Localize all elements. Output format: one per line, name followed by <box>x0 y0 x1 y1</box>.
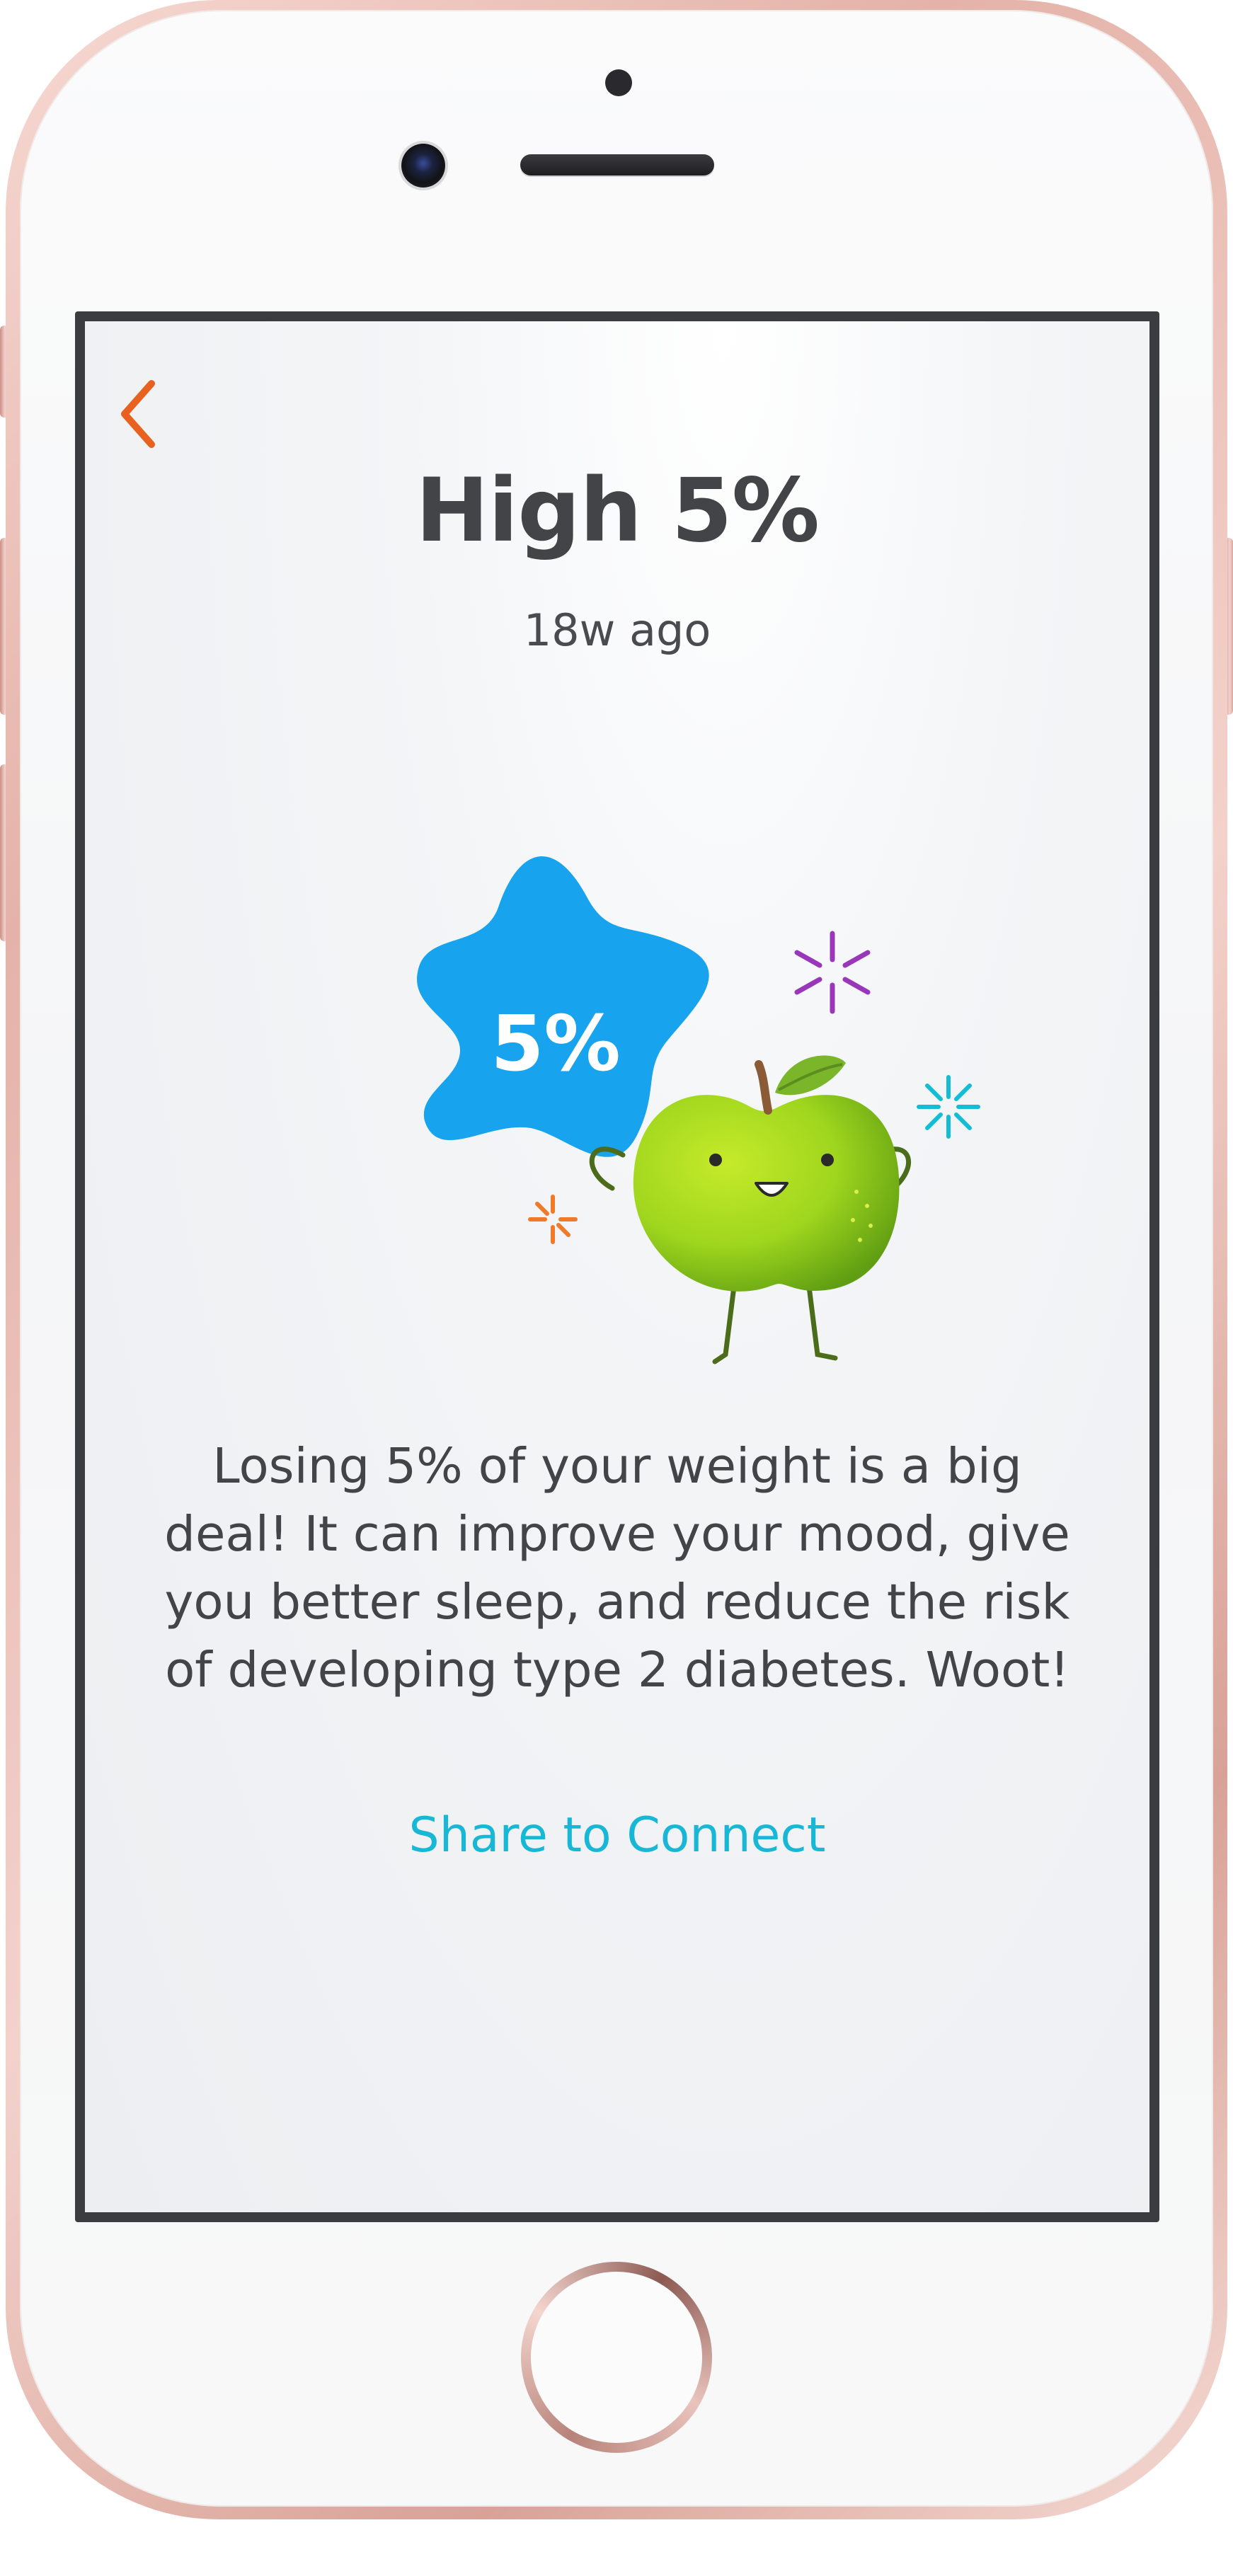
home-button[interactable] <box>521 2262 712 2453</box>
proximity-sensor <box>605 69 632 96</box>
achievement-timestamp: 18w ago <box>523 604 711 656</box>
achievement-message: Losing 5% of your weight is a big deal! … <box>164 1438 1070 1698</box>
front-camera <box>401 144 445 188</box>
home-button-face <box>531 2272 702 2443</box>
chevron-left-icon <box>121 380 155 448</box>
achievement-illustration: 5% <box>354 838 991 1376</box>
share-to-connect-link[interactable]: Share to Connect <box>85 1807 1149 1863</box>
achievement-illustration-svg: 5% <box>417 856 980 1364</box>
sparkle-icon <box>794 931 871 1014</box>
app-screen: High 5% 18w ago 5% Losing 5% of your wei… <box>85 321 1149 2212</box>
sparkle-icon <box>917 1075 980 1139</box>
page-title: High 5% <box>415 460 820 562</box>
back-button[interactable] <box>115 375 164 453</box>
sparkle-icon <box>528 1195 578 1244</box>
earpiece-speaker <box>520 154 714 176</box>
device-mockup: High 5% 18w ago 5% Losing 5% of your wei… <box>0 0 1233 2576</box>
badge-text: 5% <box>491 1000 620 1088</box>
